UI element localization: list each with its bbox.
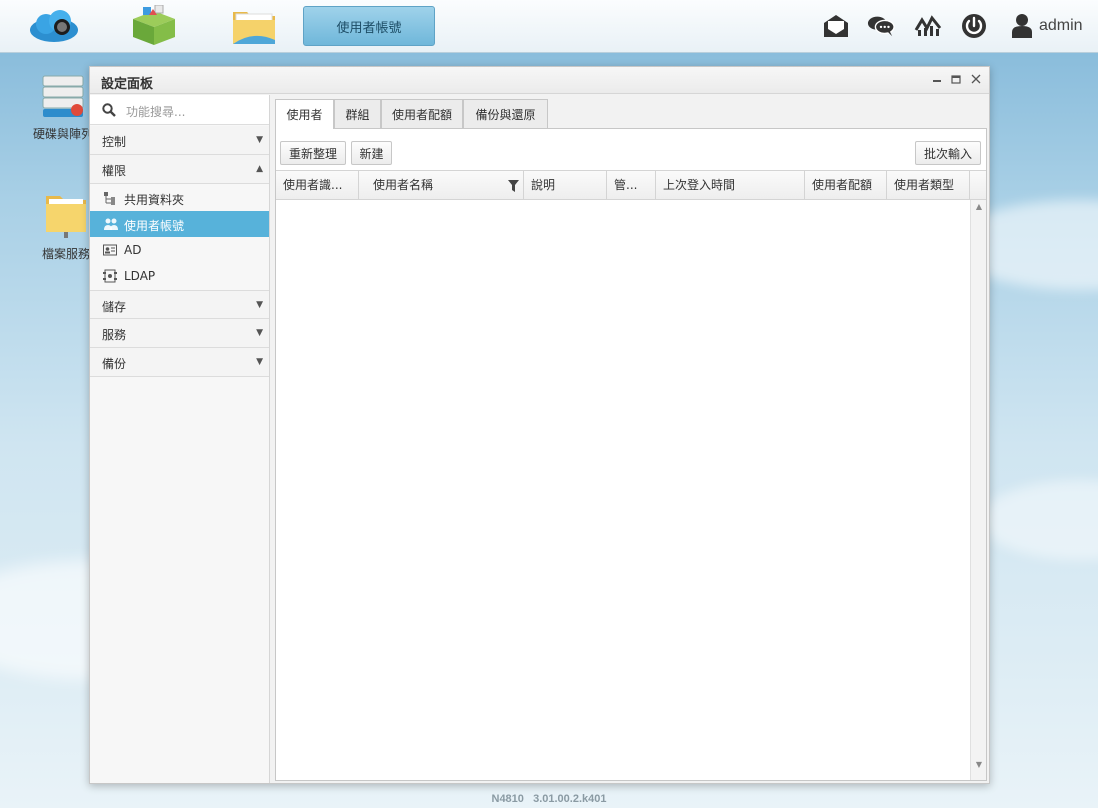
sidebar: 功能搜尋... 控制 ▼ 權限 ▲ 共用資料夾 使用者帳號 AD LDAP 儲存… bbox=[90, 95, 270, 783]
model-label: N4810 bbox=[491, 793, 524, 805]
sidebar-item-ad[interactable]: AD bbox=[90, 237, 269, 263]
sidebar-item-label: 使用者帳號 bbox=[124, 219, 185, 233]
sidebar-item-label: 共用資料夾 bbox=[124, 193, 185, 207]
tab-backup-restore[interactable]: 備份與還原 bbox=[463, 99, 548, 128]
chevron-down-icon: ▼ bbox=[256, 300, 263, 310]
tab-user-quota[interactable]: 使用者配額 bbox=[381, 99, 463, 128]
column-user-quota[interactable]: 使用者配額 bbox=[805, 171, 887, 199]
section-label: 服務 bbox=[102, 328, 127, 342]
firmware-version: N4810 3.01.00.2.k401 bbox=[0, 793, 1098, 805]
column-username[interactable]: 使用者名稱 bbox=[359, 171, 524, 199]
window-titlebar[interactable]: 設定面板 bbox=[90, 67, 989, 94]
filter-icon[interactable] bbox=[508, 171, 519, 199]
search-icon bbox=[102, 103, 116, 120]
search-input[interactable]: 功能搜尋... bbox=[126, 103, 185, 120]
column-last-login[interactable]: 上次登入時間 bbox=[656, 171, 805, 199]
power-icon[interactable] bbox=[960, 12, 988, 40]
tab-label: 使用者配額 bbox=[391, 107, 452, 122]
users-icon bbox=[103, 217, 118, 231]
sidebar-section-control[interactable]: 控制 ▼ bbox=[90, 126, 269, 155]
column-user-id[interactable]: 使用者識... bbox=[276, 171, 359, 199]
id-card-icon bbox=[103, 243, 117, 257]
mail-icon[interactable] bbox=[822, 12, 850, 40]
active-app-label: 使用者帳號 bbox=[336, 20, 402, 36]
sidebar-item-user-account[interactable]: 使用者帳號 bbox=[90, 211, 269, 237]
sidebar-section-privilege[interactable]: 權限 ▲ bbox=[90, 155, 269, 184]
tab-groups[interactable]: 群組 bbox=[334, 99, 381, 128]
sidebar-item-ldap[interactable]: LDAP bbox=[90, 263, 269, 289]
search-box[interactable]: 功能搜尋... bbox=[90, 95, 269, 125]
file-service-icon bbox=[46, 196, 86, 238]
window-title: 設定面板 bbox=[101, 77, 154, 92]
folder-tree-icon bbox=[103, 191, 117, 205]
monitor-icon[interactable] bbox=[914, 12, 942, 40]
column-description[interactable]: 說明 bbox=[524, 171, 607, 199]
tab-label: 群組 bbox=[345, 107, 370, 122]
folder-app-icon[interactable] bbox=[226, 4, 282, 48]
chevron-up-icon: ▲ bbox=[256, 164, 263, 174]
chat-icon[interactable] bbox=[867, 12, 895, 40]
vertical-scrollbar[interactable]: ▲ ▼ bbox=[970, 200, 986, 780]
settings-window: 設定面板 功能搜尋... 控制 ▼ 權限 ▲ 共用資料夾 使用者帳號 AD LD… bbox=[89, 66, 990, 784]
scroll-up-icon[interactable]: ▲ bbox=[971, 200, 987, 214]
sidebar-section-storage[interactable]: 儲存 ▼ bbox=[90, 290, 269, 319]
disk-array-icon bbox=[42, 75, 84, 117]
chevron-down-icon: ▼ bbox=[256, 328, 263, 338]
section-label: 儲存 bbox=[102, 300, 127, 314]
scroll-down-icon[interactable]: ▼ bbox=[971, 758, 987, 772]
section-label: 控制 bbox=[102, 135, 127, 149]
new-button[interactable]: 新建 bbox=[351, 141, 392, 165]
minimize-icon[interactable] bbox=[930, 72, 944, 86]
chevron-down-icon: ▼ bbox=[256, 135, 263, 145]
maximize-icon[interactable] bbox=[949, 72, 963, 86]
sidebar-section-backup[interactable]: 備份 ▼ bbox=[90, 348, 269, 377]
ldap-icon bbox=[103, 269, 117, 283]
refresh-button[interactable]: 重新整理 bbox=[280, 141, 346, 165]
user-panel: 重新整理 新建 批次輸入 使用者識... 使用者名稱 說明 管... 上次登入時… bbox=[275, 128, 987, 781]
tab-label: 使用者 bbox=[286, 108, 323, 122]
sidebar-item-label: LDAP bbox=[124, 269, 156, 283]
cloud-app-icon[interactable] bbox=[26, 4, 82, 48]
package-app-icon[interactable] bbox=[126, 4, 182, 48]
batch-import-button[interactable]: 批次輸入 bbox=[915, 141, 981, 165]
chevron-down-icon: ▼ bbox=[256, 357, 263, 367]
active-app-tab[interactable]: 使用者帳號 bbox=[303, 6, 435, 46]
version-label: 3.01.00.2.k401 bbox=[533, 793, 607, 805]
username-label[interactable]: admin bbox=[1039, 17, 1083, 35]
tab-users[interactable]: 使用者 bbox=[275, 99, 334, 129]
tab-label: 備份與還原 bbox=[475, 107, 536, 122]
user-icon[interactable] bbox=[1008, 12, 1036, 40]
close-icon[interactable] bbox=[969, 72, 983, 86]
column-label: 使用者名稱 bbox=[373, 178, 434, 192]
column-user-type[interactable]: 使用者類型 bbox=[887, 171, 970, 199]
section-label: 權限 bbox=[102, 164, 127, 178]
grid-header: 使用者識... 使用者名稱 說明 管... 上次登入時間 使用者配額 使用者類型 bbox=[276, 170, 986, 200]
sidebar-item-label: AD bbox=[124, 243, 142, 257]
sidebar-item-shared-folder[interactable]: 共用資料夾 bbox=[90, 185, 269, 211]
column-admin[interactable]: 管... bbox=[607, 171, 656, 199]
section-label: 備份 bbox=[102, 357, 127, 371]
taskbar: 使用者帳號 admin bbox=[0, 0, 1098, 53]
sidebar-section-service[interactable]: 服務 ▼ bbox=[90, 319, 269, 348]
